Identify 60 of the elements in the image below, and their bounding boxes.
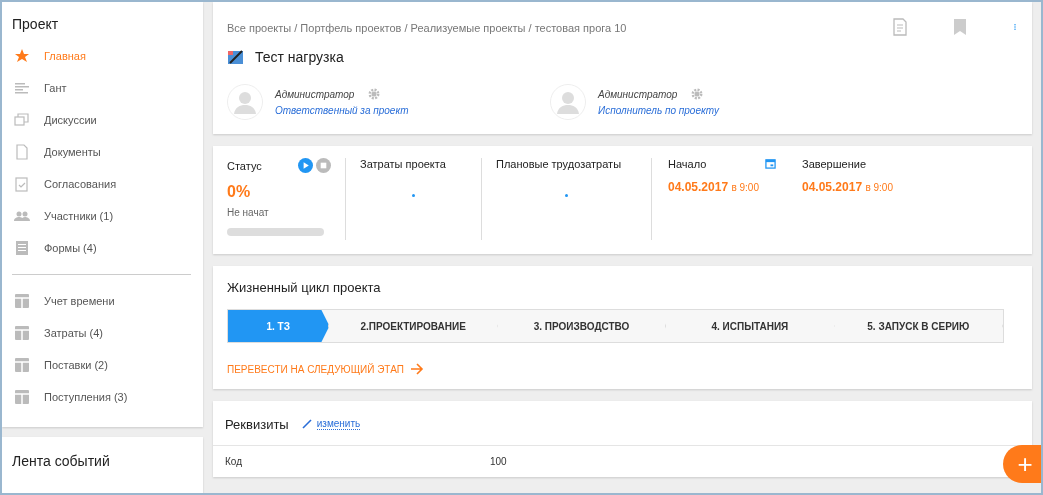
stage-tab[interactable]: 4. ИСПЫТАНИЯ bbox=[666, 310, 835, 342]
pencil-icon bbox=[300, 418, 313, 430]
edit-link[interactable]: изменить bbox=[316, 418, 361, 430]
sidebar-item[interactable]: Поставки (2) bbox=[12, 349, 203, 381]
role-link[interactable]: Ответственный за проект bbox=[275, 105, 409, 116]
end-date: 04.05.2017 в 9:00 bbox=[802, 180, 893, 194]
feed-title: Лента событий bbox=[12, 453, 111, 469]
form-icon bbox=[14, 240, 30, 256]
labor-label: Плановые трудозатраты bbox=[496, 158, 623, 170]
arrow-right-icon bbox=[409, 363, 424, 375]
person-name: Администратор bbox=[598, 88, 678, 100]
settings-icon[interactable] bbox=[691, 88, 704, 100]
costs-label: Затраты проекта bbox=[360, 158, 447, 170]
person-name: Администратор bbox=[275, 88, 355, 100]
star-icon bbox=[14, 48, 30, 64]
sidebar-item[interactable]: Документы bbox=[12, 136, 203, 168]
play-button[interactable] bbox=[298, 158, 313, 173]
project-icon bbox=[227, 48, 245, 66]
status-label: Статус bbox=[227, 159, 262, 172]
project-title: Тест нагрузка bbox=[255, 49, 344, 65]
field-label: Код bbox=[225, 455, 243, 467]
gantt-icon bbox=[14, 80, 30, 96]
sidebar-item[interactable]: Формы (4) bbox=[12, 232, 203, 264]
calendar-icon[interactable] bbox=[765, 158, 776, 169]
sidebar-item[interactable]: Участники (1) bbox=[12, 200, 203, 232]
lifecycle-title: Жизненный цикл проекта bbox=[227, 280, 382, 295]
stage-tab[interactable]: 2.ПРОЕКТИРОВАНИЕ bbox=[329, 310, 498, 342]
loading-dot-icon bbox=[565, 194, 568, 197]
start-date: 04.05.2017 в 9:00 bbox=[668, 180, 760, 194]
table-icon bbox=[14, 357, 30, 373]
details-title: Реквизиты bbox=[225, 416, 289, 432]
table-icon bbox=[14, 389, 30, 405]
stage-tab[interactable]: 5. ЗАПУСК В СЕРИЮ bbox=[834, 310, 1003, 342]
status-text: Не начат bbox=[227, 207, 270, 218]
settings-icon[interactable] bbox=[368, 88, 381, 100]
breadcrumb: Все проекты / Портфель проектов / Реализуемые проекты / тестовая прога 10 bbox=[227, 22, 627, 34]
end-label: Завершение bbox=[802, 158, 867, 170]
field-value: 100 bbox=[490, 455, 507, 467]
bookmark-icon[interactable] bbox=[952, 18, 968, 36]
progress-percent: 0% bbox=[227, 183, 252, 201]
stop-button[interactable] bbox=[316, 158, 331, 173]
loading-dot-icon bbox=[412, 194, 415, 197]
chat-icon bbox=[14, 112, 30, 128]
table-icon bbox=[14, 325, 30, 341]
sidebar-item[interactable]: Поступления (3) bbox=[12, 381, 203, 413]
role-link[interactable]: Исполнитель по проекту bbox=[598, 105, 719, 116]
table-icon bbox=[14, 293, 30, 309]
sidebar-item[interactable]: Согласования bbox=[12, 168, 203, 200]
sidebar-item[interactable]: Учет времени bbox=[12, 285, 203, 317]
stage-tab[interactable]: 3. ПРОИЗВОДСТВО bbox=[497, 310, 667, 342]
doc-icon bbox=[14, 144, 30, 160]
sidebar-item[interactable]: Затраты (4) bbox=[12, 317, 203, 349]
sidebar-item[interactable]: Дискуссии bbox=[12, 104, 203, 136]
avatar-icon bbox=[227, 84, 263, 120]
document-icon[interactable] bbox=[892, 18, 908, 36]
avatar-icon bbox=[550, 84, 586, 120]
clipboard-icon bbox=[14, 176, 30, 192]
sidebar-item[interactable]: Гант bbox=[12, 72, 203, 104]
sidebar-title: Проект bbox=[12, 16, 60, 32]
start-label: Начало bbox=[668, 158, 707, 170]
